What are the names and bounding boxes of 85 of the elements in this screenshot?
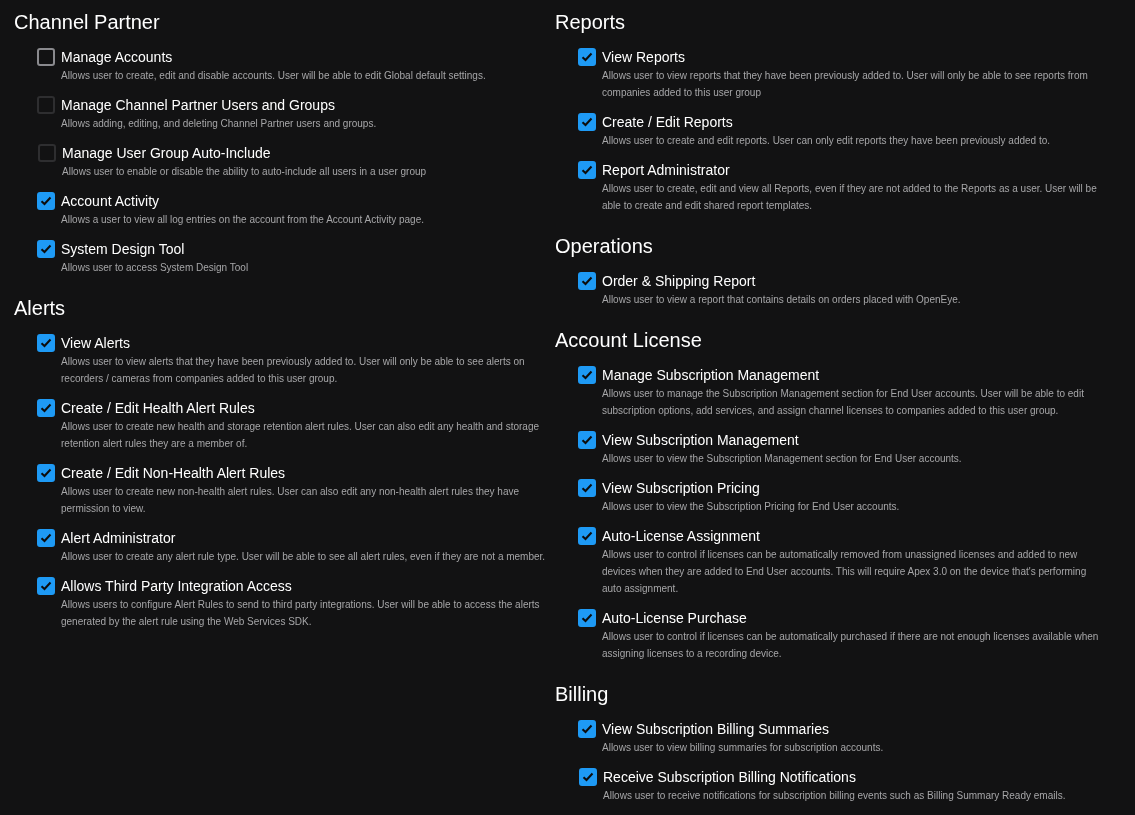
permission-label: View Subscription Billing Summaries [602, 720, 829, 739]
checkmark-icon [582, 772, 594, 782]
checkbox[interactable] [37, 48, 55, 66]
permission-description: Allows a user to view all log entries on the account from the Account Activity page. [61, 213, 425, 227]
permission-description: Allows adding, editing, and deleting Channel Partner users and groups. [61, 117, 378, 131]
permission-description: Allows users to configure Alert Rules to send to third party integrations. User will be able to access the alerts generated by the alert rule using the Web Services SDK. [61, 598, 541, 629]
permission-label: Auto-License Assignment [602, 527, 760, 546]
checkbox[interactable] [37, 192, 55, 210]
permission-description: Allows user to control if licenses can be automatically removed from unassigned licenses and added to new devices when they are added to End User accounts. This will require Apex 3.0 on the device that's performing auto assignment. [602, 548, 1088, 596]
permission-description: Allows user to view a report that contains details on orders placed with OpenEye. [602, 293, 962, 307]
checkbox[interactable] [37, 464, 55, 482]
checkmark-icon [40, 244, 52, 254]
checkmark-icon [581, 370, 593, 380]
permission-description: Allows user to view the Subscription Management section for End User accounts. [602, 452, 963, 466]
permission-description: Allows user to access System Design Tool [61, 261, 250, 275]
permission-description: Allows user to create any alert rule type. User will be able to see all alert rules, even if they are not a member. [61, 550, 547, 564]
permission-description: Allows user to create, edit and disable accounts. User will be able to edit Global default settings. [61, 69, 487, 83]
permission-label: Alert Administrator [61, 529, 176, 548]
permission-label: Create / Edit Reports [602, 113, 733, 132]
checkbox[interactable] [578, 366, 596, 384]
permission-label: View Subscription Management [602, 431, 799, 450]
checkbox[interactable] [578, 479, 596, 497]
checkbox[interactable] [37, 334, 55, 352]
permission-label: Account Activity [61, 192, 160, 211]
permission-label: Manage Channel Partner Users and Groups [61, 96, 335, 115]
checkbox[interactable] [578, 161, 596, 179]
permission-label: Receive Subscription Billing Notifications [603, 768, 856, 787]
checkmark-icon [40, 468, 52, 478]
checkbox[interactable] [37, 240, 55, 258]
checkbox[interactable] [578, 431, 596, 449]
permission-label: Create / Edit Health Alert Rules [61, 399, 255, 418]
checkmark-icon [40, 533, 52, 543]
permission-description: Allows user to enable or disable the ability to auto-include all users in a user group [62, 165, 428, 179]
permission-label: Auto-License Purchase [602, 609, 747, 628]
permission-description: Allows user to view the Subscription Pricing for End User accounts. [602, 500, 901, 514]
permission-description: Allows user to control if licenses can be automatically purchased if there are not enough licenses available when assigning licenses to a recording device. [602, 630, 1100, 661]
permission-description: Allows user to create, edit and view all Reports, even if they are not added to the Reports as a user. User will be able to create and edit shared report templates. [602, 182, 1098, 213]
permission-label: System Design Tool [61, 240, 185, 259]
checkbox[interactable] [579, 768, 597, 786]
checkmark-icon [581, 531, 593, 541]
checkbox[interactable] [37, 529, 55, 547]
section-heading: Operations [555, 234, 653, 259]
permission-label: Allows Third Party Integration Access [61, 577, 292, 596]
checkmark-icon [581, 724, 593, 734]
permission-label: View Reports [602, 48, 685, 67]
permission-description: Allows user to create new health and storage retention alert rules. User can also edit any health and storage retention alert rules they are a member of. [61, 420, 541, 451]
checkbox[interactable] [37, 577, 55, 595]
checkbox[interactable] [578, 48, 596, 66]
section-heading: Alerts [14, 296, 66, 321]
checkmark-icon [40, 196, 52, 206]
permission-description: Allows user to create and edit reports. User can only edit reports they have been previously added to. [602, 134, 1052, 148]
permission-label: Manage User Group Auto-Include [62, 144, 271, 163]
permission-description: Allows user to create new non-health alert rules. User can also edit any non-health alert rules they have permission to view. [61, 485, 521, 516]
checkbox[interactable] [578, 113, 596, 131]
checkbox[interactable] [578, 527, 596, 545]
checkmark-icon [581, 117, 593, 127]
permission-description: Allows user to receive notifications for subscription billing events such as Billing Summary Ready emails. [603, 789, 1067, 803]
checkmark-icon [40, 338, 52, 348]
permission-label: View Subscription Pricing [602, 479, 760, 498]
checkbox[interactable] [578, 272, 596, 290]
checkmark-icon [40, 581, 52, 591]
section-heading: Account License [555, 328, 702, 353]
checkmark-icon [581, 435, 593, 445]
permission-label: View Alerts [61, 334, 130, 353]
checkbox[interactable] [37, 399, 55, 417]
permission-label: Manage Accounts [61, 48, 173, 67]
permission-label: Report Administrator [602, 161, 730, 180]
checkbox[interactable] [578, 720, 596, 738]
permission-label: Create / Edit Non-Health Alert Rules [61, 464, 286, 483]
checkbox[interactable] [578, 609, 596, 627]
section-heading: Channel Partner [14, 10, 160, 35]
section-heading: Reports [555, 10, 626, 35]
permission-description: Allows user to view alerts that they have been previously added to. User will only be able to see alerts on recorders / cameras from companies added to this user group. [61, 355, 526, 386]
permission-description: Allows user to view billing summaries for subscription accounts. [602, 741, 885, 755]
permission-label: Order & Shipping Report [602, 272, 756, 291]
permission-label: Manage Subscription Management [602, 366, 820, 385]
checkmark-icon [40, 403, 52, 413]
permission-description: Allows user to manage the Subscription Management section for End User accounts. User will be able to edit subscription options, add services, and assign channel licenses to companies added to this user group. [602, 387, 1085, 418]
checkmark-icon [581, 52, 593, 62]
checkmark-icon [581, 613, 593, 623]
permission-description: Allows user to view reports that they have been previously added to. User will only be able to see reports from companies added to this user group [602, 69, 1089, 100]
checkmark-icon [581, 483, 593, 493]
checkmark-icon [581, 165, 593, 175]
section-heading: Billing [555, 682, 609, 707]
checkmark-icon [581, 276, 593, 286]
